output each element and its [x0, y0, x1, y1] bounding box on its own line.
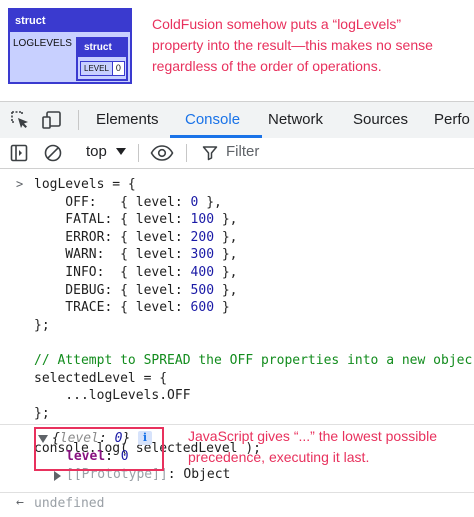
code-number: 500 — [190, 282, 215, 298]
code-text: ...logLevels.OFF — [34, 388, 191, 404]
console-code-line: ...logLevels.OFF — [34, 387, 191, 404]
cfdump-inner-row: LEVEL 0 — [80, 61, 125, 76]
annotation-highlight-box — [34, 427, 164, 471]
code-number: 300 — [190, 247, 215, 263]
code-text: OFF: { level: — [34, 194, 191, 210]
console-code-line: WARN: { level: 300 }, — [34, 246, 238, 263]
console-code-line: // Attempt to SPREAD the OFF properties … — [34, 352, 472, 369]
cfdump-header: struct — [10, 10, 130, 32]
tab-sources[interactable]: Sources — [353, 111, 408, 128]
console-toolbar: top Filter — [0, 138, 474, 169]
code-comment: // Attempt to SPREAD the OFF properties … — [34, 353, 473, 368]
code-text: }, — [214, 282, 238, 298]
annotation-bottom: JavaScript gives “...” the lowest possib… — [188, 428, 437, 465]
cfdump-inner-struct: struct LEVEL 0 — [76, 37, 128, 81]
code-text: }; — [34, 317, 50, 333]
code-text: TRACE: { level: — [34, 300, 191, 316]
code-text: selectedLevel = { — [34, 370, 168, 386]
console-code-line: ERROR: { level: 200 }, — [34, 229, 238, 246]
return-value: undefined — [34, 496, 105, 511]
tab-performance[interactable]: Perfo — [434, 111, 470, 128]
sidebar-toggle-icon[interactable] — [10, 144, 28, 162]
clear-console-icon[interactable] — [44, 144, 62, 162]
annotation-top: ColdFusion somehow puts a “logLevels” pr… — [152, 16, 433, 74]
cfdump-struct: struct LOGLEVELS struct LEVEL 0 — [8, 8, 132, 84]
context-selector[interactable]: top — [86, 143, 107, 160]
console-code-line: logLevels = { — [34, 176, 136, 193]
tab-console[interactable]: Console — [185, 111, 240, 128]
prototype-value: : Object — [167, 467, 231, 482]
cfdump-inner-value: 0 — [112, 61, 125, 76]
console-code-line: }; — [34, 405, 50, 422]
return-arrow-icon: ← — [16, 495, 24, 510]
inspect-element-icon[interactable] — [10, 110, 30, 130]
console-code-line: }; — [34, 317, 50, 334]
console-code-line: DEBUG: { level: 500 }, — [34, 282, 238, 299]
console-code-line: FATAL: { level: 100 }, — [34, 211, 238, 228]
code-number: 600 — [190, 300, 215, 316]
console-code-line: INFO: { level: 400 }, — [34, 264, 238, 281]
code-number: 100 — [190, 212, 215, 228]
code-number: 400 — [190, 265, 215, 280]
chevron-down-icon[interactable] — [116, 148, 126, 155]
toolbar-separator — [138, 144, 139, 162]
code-text: }, — [198, 194, 222, 210]
code-text: INFO: { level: — [34, 265, 191, 280]
code-text: }, — [214, 247, 238, 263]
console-code-line: TRACE: { level: 600 } — [34, 299, 230, 316]
live-expression-eye-icon[interactable] — [150, 144, 174, 162]
code-text: }, — [214, 265, 238, 280]
code-text: FATAL: { level: — [34, 212, 191, 228]
filter-input[interactable]: Filter — [226, 143, 259, 160]
code-text: }, — [214, 212, 238, 228]
console-code-line: OFF: { level: 0 }, — [34, 194, 222, 211]
tab-separator — [78, 110, 79, 130]
code-text: DEBUG: { level: — [34, 282, 191, 298]
tab-elements[interactable]: Elements — [96, 111, 159, 128]
expand-prototype-icon[interactable] — [54, 471, 61, 481]
console-prompt-icon: > — [16, 177, 24, 191]
code-text: ERROR: { level: — [34, 229, 191, 245]
code-text: WARN: { level: — [34, 247, 191, 263]
code-text: }, — [214, 229, 238, 245]
cfdump-inner-key: LEVEL — [80, 61, 113, 76]
code-text: logLevels = { — [34, 177, 136, 192]
cfdump-key: LOGLEVELS — [13, 38, 72, 49]
filter-icon — [202, 146, 218, 161]
tab-network[interactable]: Network — [268, 111, 323, 128]
code-number: 200 — [190, 229, 215, 245]
code-text: }; — [34, 405, 50, 421]
cfdump-inner-header: struct — [78, 39, 126, 57]
toolbar-separator — [186, 144, 187, 162]
devtools-tabbar: Elements Console Network Sources Perfo — [0, 101, 474, 139]
console-code-line: selectedLevel = { — [34, 370, 167, 387]
device-toolbar-icon[interactable] — [42, 110, 62, 130]
code-text: } — [214, 300, 230, 316]
